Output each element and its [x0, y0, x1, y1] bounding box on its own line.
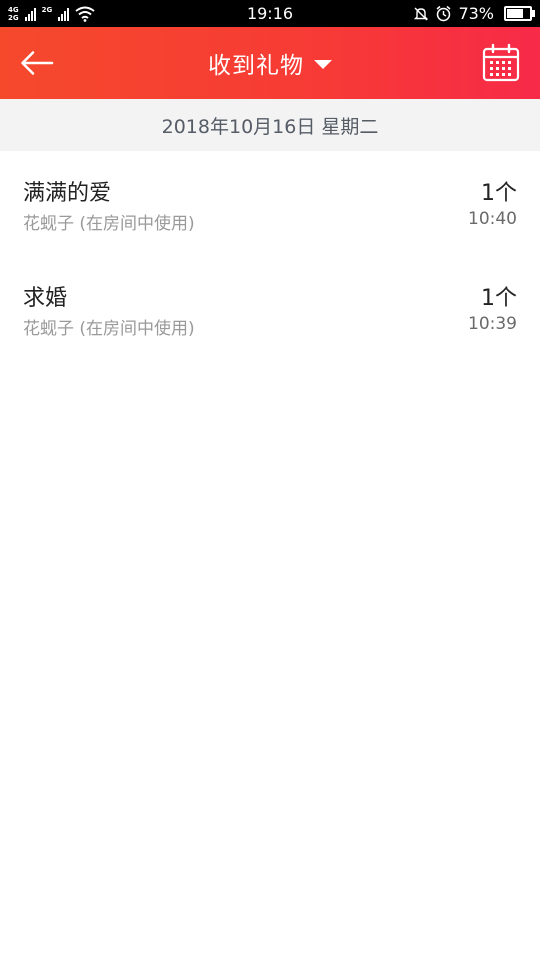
gift-count: 1个 — [481, 286, 517, 311]
list-item[interactable]: 满满的爱 花蚬子 (在房间中使用) 1个 10:40 — [0, 151, 540, 256]
dropdown-caret-icon — [314, 60, 332, 69]
gift-list: 满满的爱 花蚬子 (在房间中使用) 1个 10:40 求婚 花蚬子 (在房间中使… — [0, 151, 540, 361]
gift-time: 10:40 — [468, 209, 517, 229]
gift-sender: 花蚬子 (在房间中使用) — [23, 319, 195, 339]
gift-count: 1个 — [481, 181, 517, 206]
status-bar: 4G 2G 2G 19:16 73% — [0, 0, 540, 27]
battery-percent: 73% — [458, 4, 494, 23]
list-item[interactable]: 求婚 花蚬子 (在房间中使用) 1个 10:39 — [0, 256, 540, 361]
calendar-icon — [482, 43, 520, 82]
alarm-icon — [436, 5, 451, 22]
date-text: 2018年10月16日 星期二 — [161, 115, 379, 138]
gift-name: 满满的爱 — [23, 181, 112, 206]
date-section-header: 2018年10月16日 星期二 — [0, 99, 540, 151]
page-title: 收到礼物 — [208, 53, 304, 79]
app-header: 收到礼物 — [0, 27, 540, 99]
title-dropdown[interactable]: 收到礼物 — [0, 27, 540, 99]
mute-icon — [414, 7, 429, 20]
gift-time: 10:39 — [468, 314, 517, 334]
battery-icon — [504, 6, 535, 21]
gift-name: 求婚 — [23, 286, 68, 311]
gift-sender: 花蚬子 (在房间中使用) — [23, 214, 195, 234]
calendar-button[interactable] — [482, 43, 520, 83]
status-right: 73% — [413, 3, 535, 24]
